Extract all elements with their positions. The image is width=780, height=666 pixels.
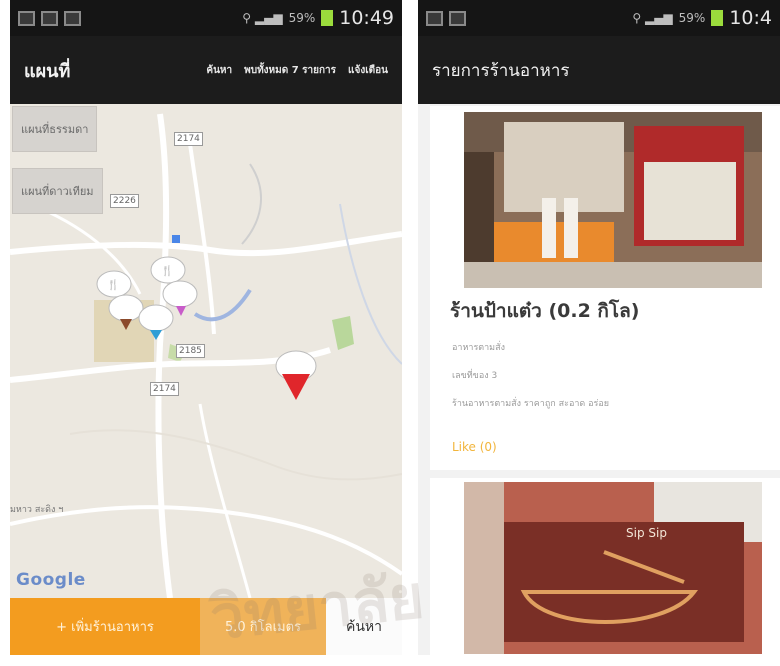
map-view[interactable]: 🍴 🍴 แผนที่ธรรมดา แผนที่ดาวเทียม 2174 222… <box>10 104 402 598</box>
notify-action[interactable]: แจ้งเตือน <box>348 63 388 78</box>
notification-icon <box>18 10 35 26</box>
status-bar: ⚲ ▂▄▆ 59% 10:49 <box>10 0 402 36</box>
clock: 10:4 <box>729 7 772 29</box>
sign-text: Sip Sip <box>626 526 667 540</box>
road-number-label: 2174 <box>174 132 203 146</box>
canal <box>193 288 252 322</box>
road <box>155 113 173 598</box>
restaurant-list[interactable]: ร้านป้าแต๋ว (0.2 กิโล) อาหารตามสั่ง เลขท… <box>418 104 780 655</box>
svg-text:🍴: 🍴 <box>107 278 119 291</box>
restaurant-photo <box>464 482 762 654</box>
screenshot-icon <box>449 10 466 26</box>
map-screen: ⚲ ▂▄▆ 59% 10:49 แผนที่ ค้นหา พบทั้งหมด 7… <box>10 0 402 655</box>
page-title: รายการร้านอาหาร <box>432 60 570 81</box>
found-count-action[interactable]: พบทั้งหมด 7 รายการ <box>244 63 336 78</box>
image-icon <box>41 10 58 26</box>
wifi-signal-icon: ⚲ ▂▄▆ <box>632 11 673 25</box>
restaurant-photo <box>464 112 762 288</box>
normal-map-button[interactable]: แผนที่ธรรมดา <box>12 106 98 152</box>
battery-percent: 59% <box>288 11 316 25</box>
restaurant-name: ร้านป้าแต๋ว (0.2 กิโล) <box>450 300 640 322</box>
add-restaurant-button[interactable]: + เพิ่มร้านอาหาร <box>10 598 200 655</box>
restaurant-category: อาหารตามสั่ง <box>452 343 505 353</box>
like-button[interactable]: Like (0) <box>452 440 497 454</box>
restaurant-marker-2[interactable]: 🍴 <box>150 256 186 284</box>
place-label: มหาว สะดิง ฯ <box>10 505 64 515</box>
search-button[interactable]: ค้นหา <box>326 598 402 655</box>
distance-button[interactable]: 5.0 กิโลเมตร <box>200 598 326 655</box>
svg-text:🍴: 🍴 <box>161 264 173 277</box>
battery-percent: 59% <box>678 11 706 25</box>
bottom-bar: + เพิ่มร้านอาหาร 5.0 กิโลเมตร ค้นหา <box>10 598 402 655</box>
satellite-map-button[interactable]: แผนที่ดาวเทียม <box>12 168 103 214</box>
road <box>198 403 252 598</box>
green-area <box>332 316 354 350</box>
notification-icon <box>426 10 443 26</box>
minor-road <box>69 429 402 481</box>
transit-marker <box>172 235 180 243</box>
restaurant-address: เลขที่ของ 3 <box>452 371 498 381</box>
list-item[interactable]: ร้านป้าแต๋ว (0.2 กิโล) อาหารตามสั่ง เลขท… <box>430 106 780 470</box>
app-bar: แผนที่ ค้นหา พบทั้งหมด 7 รายการ แจ้งเตือ… <box>10 36 402 104</box>
battery-icon <box>711 10 724 26</box>
road-number-label: 2226 <box>110 194 139 208</box>
road-number-label: 2185 <box>176 344 205 358</box>
restaurant-description: ร้านอาหารตามสั่ง ราคาถูก สะอาด อร่อย <box>452 399 610 409</box>
selected-location-marker[interactable] <box>275 350 317 400</box>
road <box>188 143 216 335</box>
road-number-label: 2174 <box>150 382 179 396</box>
screenshot-icon <box>64 10 81 26</box>
clock: 10:49 <box>339 7 394 29</box>
battery-icon <box>321 10 334 26</box>
wifi-signal-icon: ⚲ ▂▄▆ <box>242 11 283 25</box>
road <box>10 505 402 576</box>
restaurant-marker-1[interactable]: 🍴 <box>96 270 132 298</box>
google-logo: Google <box>16 570 86 590</box>
status-bar: ⚲ ▂▄▆ 59% 10:4 <box>418 0 780 36</box>
list-item[interactable]: Sip Sip <box>430 478 780 655</box>
search-action[interactable]: ค้นหา <box>206 63 232 78</box>
page-title: แผนที่ <box>24 60 71 82</box>
app-bar: รายการร้านอาหาร <box>418 36 780 104</box>
restaurant-list-screen: ⚲ ▂▄▆ 59% 10:4 รายการร้านอาหาร ร้านป้าแต… <box>418 0 780 655</box>
minor-road <box>241 163 263 245</box>
